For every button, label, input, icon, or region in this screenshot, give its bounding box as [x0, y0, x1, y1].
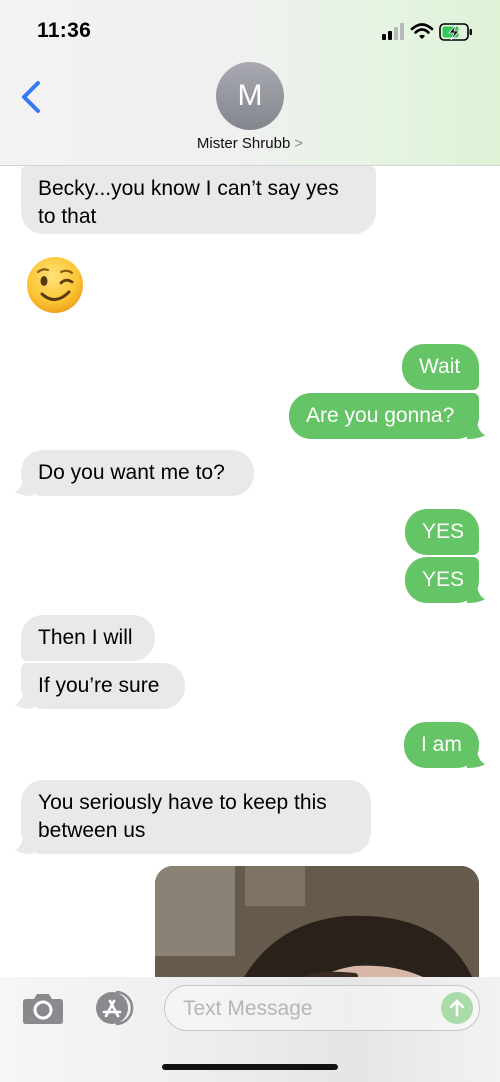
send-button[interactable]: [441, 992, 473, 1024]
message-bubble[interactable]: Becky...you know I can’t say yes to that: [21, 166, 376, 234]
message-text: YES: [422, 568, 465, 591]
message-bubble[interactable]: YES: [405, 557, 485, 603]
message-bubble[interactable]: Are you gonna?: [289, 393, 485, 439]
send-arrow-icon: [449, 999, 465, 1017]
back-chevron-icon[interactable]: [18, 79, 46, 115]
bubble-tail: [15, 834, 33, 854]
message-bubble[interactable]: Wait: [402, 344, 479, 390]
contact-name-button[interactable]: Mister Shrubb >: [0, 135, 500, 152]
message-text: I am: [421, 733, 462, 756]
message-text: If you’re sure: [38, 674, 160, 697]
home-indicator: [162, 1064, 338, 1070]
bubble-tail: [467, 748, 485, 768]
message-bubble[interactable]: YES: [405, 509, 479, 555]
bubble-tail: [15, 476, 33, 496]
status-time: 11:36: [37, 19, 92, 42]
status-bar: 11:36: [0, 0, 500, 60]
wifi-icon: [410, 23, 434, 39]
message-text: Are you gonna?: [306, 404, 455, 427]
app-store-icon[interactable]: [94, 990, 140, 1026]
winking-face-icon[interactable]: [26, 256, 84, 314]
contact-name: Mister Shrubb: [196, 135, 291, 152]
message-bubble[interactable]: I am: [404, 722, 485, 768]
chevron-right-icon: >: [294, 135, 304, 152]
message-input[interactable]: [181, 994, 425, 1024]
message-bubble[interactable]: You seriously have to keep this between …: [15, 780, 371, 854]
message-text: You seriously have to keep this between …: [38, 791, 327, 842]
message-input-field[interactable]: [164, 985, 480, 1031]
message-bubble[interactable]: If you’re sure: [15, 663, 185, 709]
message-text: Then I will: [38, 626, 133, 649]
bubble-tail: [467, 583, 485, 603]
bubble-tail: [15, 689, 33, 709]
avatar-initial: M: [237, 79, 263, 112]
bubble-tail: [467, 419, 485, 439]
camera-icon[interactable]: [22, 991, 64, 1025]
message-bubble[interactable]: Then I will: [21, 615, 155, 661]
status-icons: [382, 23, 472, 41]
message-text: Do you want me to?: [38, 461, 225, 484]
signal-icon: [382, 23, 404, 40]
battery-charging-icon: [439, 23, 472, 41]
message-text: Wait: [419, 355, 461, 378]
message-text: YES: [422, 520, 465, 543]
contact-avatar[interactable]: M: [216, 62, 284, 130]
message-text: Becky...you know I can’t say yes to that: [38, 177, 339, 228]
message-bubble[interactable]: Do you want me to?: [15, 450, 254, 496]
